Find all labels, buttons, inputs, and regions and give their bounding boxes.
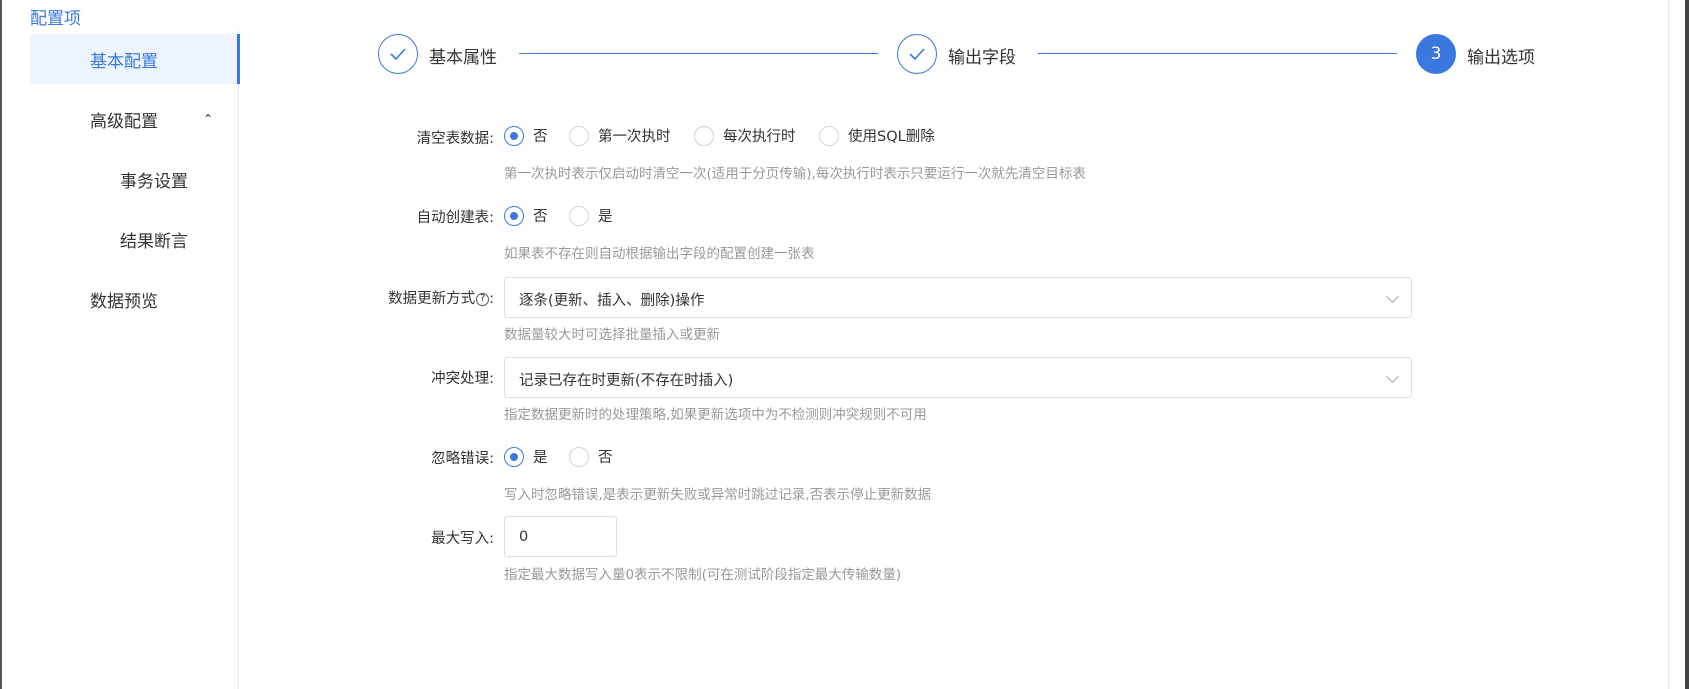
step-3-number[interactable]: 3 <box>1416 34 1456 74</box>
auto-create-option-yes[interactable]: 是 <box>569 205 613 226</box>
sidebar-item-advanced-config[interactable]: 高级配置 ⌃ <box>30 94 239 144</box>
radio-icon <box>504 125 524 146</box>
step-connector <box>1038 53 1397 54</box>
update-mode-hint: 数据量较大时可选择批量插入或更新 <box>504 327 720 343</box>
chevron-down-icon <box>1386 290 1399 303</box>
update-mode-select[interactable]: 逐条(更新、插入、删除)操作 <box>504 277 1412 318</box>
clear-table-option-sql-delete[interactable]: 使用SQL删除 <box>819 125 935 146</box>
radio-icon <box>504 205 524 226</box>
sidebar-item-result-assertion[interactable]: 结果断言 <box>30 214 239 264</box>
auto-create-option-no[interactable]: 否 <box>504 205 548 226</box>
sidebar-item-data-preview[interactable]: 数据预览 <box>30 274 239 324</box>
step-1-label: 基本属性 <box>429 48 497 68</box>
ignore-errors-label: 忽略错误: <box>431 451 494 467</box>
sidebar-item-label: 基本配置 <box>90 51 158 72</box>
question-circle-icon[interactable]: ? <box>476 292 490 306</box>
clear-table-hint: 第一次执时表示仅启动时清空一次(适用于分页传输),每次执行时表示只要运行一次就先… <box>504 166 1086 182</box>
radio-label: 否 <box>598 450 613 466</box>
radio-label: 使用SQL删除 <box>848 129 935 145</box>
ignore-errors-hint: 写入时忽略错误,是表示更新失败或异常时跳过记录,否表示停止更新数据 <box>504 487 932 503</box>
max-write-hint: 指定最大数据写入量0表示不限制(可在测试阶段指定最大传输数量) <box>504 567 902 583</box>
sidebar: 基本配置 高级配置 ⌃ 事务设置 结果断言 数据预览 <box>0 30 240 689</box>
auto-create-hint: 如果表不存在则自动根据输出字段的配置创建一张表 <box>504 246 815 262</box>
radio-icon <box>819 125 839 146</box>
radio-label: 第一次执时 <box>598 129 671 145</box>
max-write-label: 最大写入: <box>431 531 494 547</box>
sidebar-item-label: 结果断言 <box>120 231 188 252</box>
config-title: 配置项 <box>30 9 81 29</box>
ignore-errors-option-no[interactable]: 否 <box>569 446 613 467</box>
conflict-select[interactable]: 记录已存在时更新(不存在时插入) <box>504 357 1412 398</box>
radio-label: 是 <box>533 450 548 466</box>
update-mode-label: 数据更新方式?: <box>388 291 494 307</box>
radio-icon <box>569 205 589 226</box>
ignore-errors-option-yes[interactable]: 是 <box>504 446 548 467</box>
step-2-check-icon[interactable] <box>897 34 937 74</box>
sidebar-item-basic-config[interactable]: 基本配置 <box>30 34 240 84</box>
radio-icon <box>569 125 589 146</box>
sidebar-item-transaction-settings[interactable]: 事务设置 <box>30 154 239 204</box>
step-3-label: 输出选项 <box>1467 48 1535 68</box>
chevron-up-icon: ⌃ <box>203 112 214 126</box>
app-window: 配置项 基本配置 高级配置 ⌃ 事务设置 结果断言 数据预览 基本属性 输出字段 <box>0 0 1689 689</box>
conflict-label: 冲突处理: <box>431 371 494 387</box>
update-mode-value: 逐条(更新、插入、删除)操作 <box>519 293 705 309</box>
radio-icon <box>569 446 589 467</box>
max-write-input-box[interactable] <box>504 516 617 557</box>
clear-table-option-every-run[interactable]: 每次执行时 <box>694 125 796 146</box>
sidebar-item-label: 事务设置 <box>120 171 188 192</box>
radio-label: 是 <box>598 209 613 225</box>
max-write-input[interactable] <box>505 517 616 556</box>
clear-table-option-first-run[interactable]: 第一次执时 <box>569 125 671 146</box>
conflict-hint: 指定数据更新时的处理策略,如果更新选项中为不检测则冲突规则不可用 <box>504 407 927 423</box>
sidebar-item-label: 数据预览 <box>90 291 158 312</box>
radio-label: 否 <box>533 129 548 145</box>
radio-icon <box>694 125 714 146</box>
step-2-label: 输出字段 <box>948 48 1016 68</box>
radio-label: 否 <box>533 209 548 225</box>
chevron-down-icon <box>1386 370 1399 383</box>
auto-create-label: 自动创建表: <box>416 210 494 226</box>
step-connector <box>519 53 878 54</box>
clear-table-option-no[interactable]: 否 <box>504 125 548 146</box>
radio-icon <box>504 446 524 467</box>
window-right-edge <box>1685 0 1689 689</box>
sidebar-item-label: 高级配置 <box>90 111 158 132</box>
conflict-value: 记录已存在时更新(不存在时插入) <box>519 373 734 389</box>
content-right-border <box>1668 0 1669 689</box>
radio-label: 每次执行时 <box>723 129 796 145</box>
step-1-check-icon[interactable] <box>378 34 418 74</box>
clear-table-label: 清空表数据: <box>416 131 494 147</box>
update-mode-label-text: 数据更新方式 <box>388 291 476 307</box>
